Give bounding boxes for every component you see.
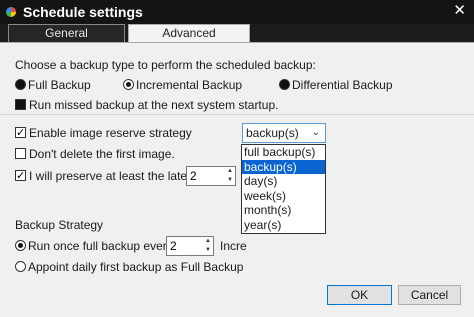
radio-incremental-backup-icon[interactable]	[123, 79, 134, 90]
advanced-panel: Choose a backup type to perform the sche…	[0, 42, 474, 282]
dropdown-option-weeks[interactable]: week(s)	[242, 189, 325, 204]
radio-run-once-full[interactable]: Run once full backup every	[15, 238, 173, 254]
dont-delete-first-image-label: Don't delete the first image.	[29, 147, 175, 161]
incremental-suffix-label: Incre	[220, 239, 247, 253]
preserve-latest-checkbox[interactable]: I will preserve at least the latest	[15, 168, 196, 184]
window-title: Schedule settings	[23, 4, 143, 20]
close-icon[interactable]: ✕	[453, 2, 466, 20]
radio-differential-backup-icon[interactable]	[279, 79, 290, 90]
preserve-latest-label: I will preserve at least the latest	[29, 169, 197, 183]
radio-appoint-daily-first-label: Appoint daily first backup as Full Backu…	[28, 260, 244, 274]
radio-full-backup[interactable]: Full Backup	[15, 77, 91, 93]
run-missed-checkbox-box[interactable]	[15, 99, 26, 110]
radio-incremental-backup-label: Incremental Backup	[136, 78, 243, 92]
dropdown-option-months[interactable]: month(s)	[242, 203, 325, 218]
tab-general[interactable]: General	[8, 24, 125, 42]
preserve-count-stepper[interactable]: ▲▼	[186, 166, 236, 186]
radio-incremental-backup[interactable]: Incremental Backup	[123, 77, 242, 93]
preserve-unit-select[interactable]: backup(s) ⌄	[242, 123, 326, 143]
run-missed-backup-checkbox[interactable]: Run missed backup at the next system sta…	[15, 97, 278, 113]
full-backup-every-input[interactable]	[167, 237, 197, 255]
radio-appoint-daily-first-icon[interactable]	[15, 261, 26, 272]
preserve-count-spin-icon[interactable]: ▲ ▼	[225, 167, 235, 185]
radio-differential-backup[interactable]: Differential Backup	[279, 77, 393, 93]
radio-differential-backup-label: Differential Backup	[292, 78, 393, 92]
dont-delete-first-image-box[interactable]	[15, 148, 26, 159]
backup-type-prompt: Choose a backup type to perform the sche…	[15, 58, 316, 72]
enable-image-reserve-box[interactable]	[15, 125, 26, 141]
backup-strategy-heading: Backup Strategy	[15, 218, 104, 232]
dropdown-option-days[interactable]: day(s)	[242, 174, 325, 189]
preserve-count-input[interactable]	[187, 167, 217, 185]
radio-appoint-daily-first[interactable]: Appoint daily first backup as Full Backu…	[15, 259, 243, 275]
app-icon	[6, 7, 16, 17]
radio-run-once-full-icon[interactable]	[15, 240, 26, 251]
chevron-down-icon[interactable]: ⌄	[312, 124, 320, 142]
tab-advanced[interactable]: Advanced	[128, 24, 250, 42]
dropdown-option-years[interactable]: year(s)	[242, 218, 325, 233]
radio-run-once-full-label: Run once full backup every	[28, 239, 173, 253]
title-bar: Schedule settings ✕	[0, 0, 474, 24]
preserve-unit-value: backup(s)	[246, 126, 299, 140]
preserve-latest-box[interactable]	[15, 168, 26, 184]
radio-full-backup-label: Full Backup	[28, 78, 91, 92]
radio-full-backup-icon[interactable]	[15, 79, 26, 90]
dropdown-option-full-backups[interactable]: full backup(s)	[242, 145, 325, 160]
dropdown-option-backups[interactable]: backup(s)	[242, 159, 325, 175]
tab-strip: General Advanced	[0, 24, 474, 42]
cancel-button[interactable]: Cancel	[398, 285, 461, 305]
preserve-unit-dropdown: full backup(s) backup(s) day(s) week(s) …	[241, 144, 326, 234]
dialog-footer: OK Cancel	[0, 282, 474, 317]
ok-button[interactable]: OK	[327, 285, 392, 305]
run-missed-label: Run missed backup at the next system sta…	[29, 98, 279, 112]
section-divider	[0, 114, 474, 115]
full-backup-every-spin-icon[interactable]: ▲ ▼	[203, 237, 213, 255]
full-backup-every-stepper[interactable]: ▲▼	[166, 236, 214, 256]
enable-image-reserve-checkbox[interactable]: Enable image reserve strategy	[15, 125, 192, 141]
enable-image-reserve-label: Enable image reserve strategy	[29, 126, 192, 140]
dont-delete-first-image-checkbox[interactable]: Don't delete the first image.	[15, 146, 175, 162]
